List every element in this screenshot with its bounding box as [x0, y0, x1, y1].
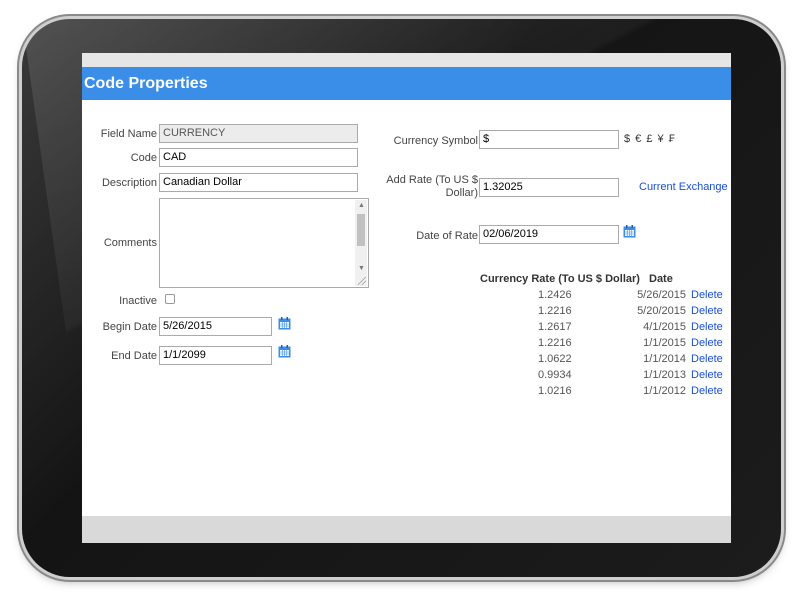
delete-rate-link[interactable]: Delete [691, 321, 723, 333]
delete-rate-link[interactable]: Delete [691, 337, 723, 349]
rate-value: 0.9934 [538, 369, 572, 381]
calendar-icon[interactable] [278, 345, 291, 358]
currency-symbols-hint: $ € £ ¥ ₣ [624, 133, 676, 145]
field-name-label: Field Name [100, 128, 157, 140]
rate-value: 1.2216 [538, 305, 572, 317]
rate-date: 1/1/2015 [643, 337, 686, 349]
add-rate-label: Add Rate (To US $ Dollar) [386, 174, 478, 200]
rate-value: 1.2617 [538, 321, 572, 333]
end-date-label: End Date [111, 350, 157, 362]
scroll-up-icon[interactable]: ▲ [358, 202, 365, 209]
date-of-rate-input[interactable]: 02/06/2019 [479, 225, 619, 244]
rate-date: 1/1/2012 [643, 385, 686, 397]
end-date-input[interactable]: 1/1/2099 [159, 346, 272, 365]
current-exchange-link[interactable]: Current Exchange [639, 181, 728, 193]
date-column-header: Date [649, 273, 673, 285]
code-input[interactable]: CAD [159, 148, 358, 167]
app-screen: Code Properties Field Name CURRENCY Code… [82, 53, 731, 543]
comments-scrollbar[interactable]: ▲ ▼ [355, 200, 367, 286]
description-input[interactable]: Canadian Dollar [159, 173, 358, 192]
add-rate-label-line2: Dollar) [445, 187, 478, 199]
begin-date-label: Begin Date [102, 321, 157, 333]
delete-rate-link[interactable]: Delete [691, 289, 723, 301]
code-label: Code [130, 152, 157, 164]
delete-rate-link[interactable]: Delete [691, 369, 723, 381]
rate-date: 5/26/2015 [637, 289, 686, 301]
rate-date: 1/1/2014 [643, 353, 686, 365]
inactive-label: Inactive [119, 295, 157, 307]
rate-date: 1/1/2013 [643, 369, 686, 381]
calendar-icon[interactable] [623, 225, 636, 238]
scroll-thumb[interactable] [357, 214, 365, 246]
currency-symbol-input[interactable]: $ [479, 130, 619, 149]
delete-rate-link[interactable]: Delete [691, 305, 723, 317]
inactive-checkbox[interactable] [165, 294, 175, 304]
delete-rate-link[interactable]: Delete [691, 353, 723, 365]
comments-label: Comments [103, 237, 157, 249]
description-label: Description [101, 177, 157, 189]
comments-textarea[interactable]: ▲ ▼ [159, 198, 369, 288]
rate-value: 1.2426 [538, 289, 572, 301]
calendar-icon[interactable] [278, 317, 291, 330]
rate-column-header: Currency Rate (To US $ Dollar) [480, 273, 640, 285]
begin-date-input[interactable]: 5/26/2015 [159, 317, 272, 336]
currency-symbol-label: Currency Symbol [393, 135, 478, 147]
window-title: Code Properties [82, 67, 731, 100]
resize-grip-icon[interactable] [358, 277, 366, 285]
add-rate-label-line1: Add Rate (To US $ [386, 174, 478, 186]
rate-value: 1.2216 [538, 337, 572, 349]
scroll-down-icon[interactable]: ▼ [358, 265, 365, 272]
delete-rate-link[interactable]: Delete [691, 385, 723, 397]
rate-date: 5/20/2015 [637, 305, 686, 317]
top-strip [82, 53, 731, 67]
date-of-rate-label: Date of Rate [416, 230, 478, 242]
add-rate-input[interactable]: 1.32025 [479, 178, 619, 197]
field-name-input[interactable]: CURRENCY [159, 124, 358, 143]
rate-date: 4/1/2015 [643, 321, 686, 333]
bottom-bar [82, 516, 731, 543]
rate-value: 1.0622 [538, 353, 572, 365]
rate-value: 1.0216 [538, 385, 572, 397]
